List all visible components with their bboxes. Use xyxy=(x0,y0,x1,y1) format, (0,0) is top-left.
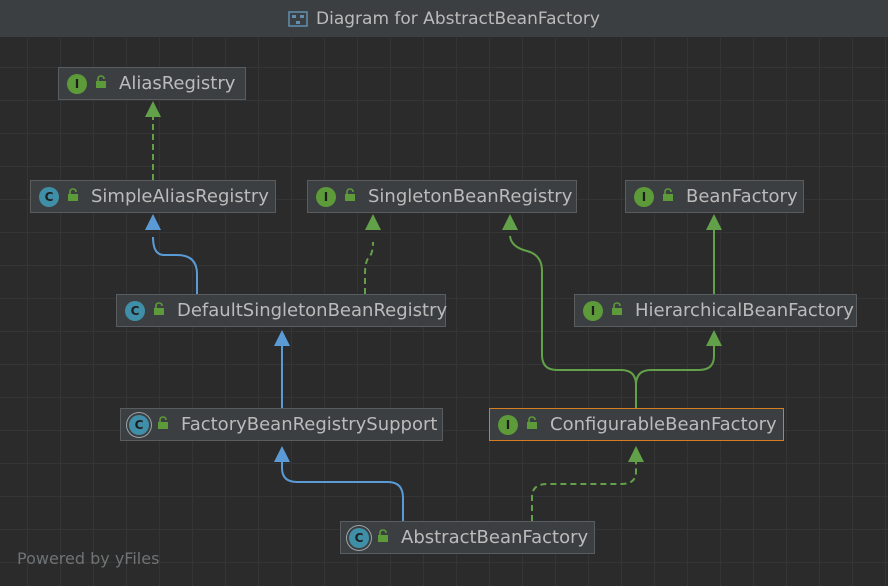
node-label: DefaultSingletonBeanRegistry xyxy=(177,300,448,321)
lock-icon xyxy=(662,186,674,207)
node-label: SimpleAliasRegistry xyxy=(91,186,269,207)
node-configurable-bean-factory[interactable]: I ConfigurableBeanFactory xyxy=(489,408,784,441)
edge-abstract-factorybeanregistry xyxy=(281,462,404,521)
lock-icon xyxy=(344,186,356,207)
class-icon: C xyxy=(125,300,145,321)
node-label: SingletonBeanRegistry xyxy=(368,186,573,207)
edge-defaultsingleton-simplealias xyxy=(152,236,198,294)
node-label: HierarchicalBeanFactory xyxy=(635,300,854,321)
interface-icon: I xyxy=(583,300,603,321)
arrowhead-hierarchicalbeanfactory xyxy=(706,330,722,346)
node-default-singleton-bean-registry[interactable]: C DefaultSingletonBeanRegistry xyxy=(116,294,448,327)
node-factory-bean-registry-support[interactable]: C FactoryBeanRegistrySupport xyxy=(120,408,443,441)
arrowhead-factorybeanregistrysupport xyxy=(274,446,290,462)
lock-icon xyxy=(153,300,165,321)
edge-abstract-configurable xyxy=(531,462,637,521)
node-label: FactoryBeanRegistrySupport xyxy=(181,414,438,435)
lock-icon xyxy=(157,414,169,435)
node-label: AbstractBeanFactory xyxy=(401,527,589,548)
arrowhead-defaultsingletonbeanregistry xyxy=(274,330,290,346)
edge-defaultsingleton-singletonregistry xyxy=(364,241,374,294)
lock-icon xyxy=(67,186,79,207)
title-bar: Diagram for AbstractBeanFactory xyxy=(0,0,888,38)
arrowhead-configurablebeanfactory xyxy=(628,446,644,462)
interface-icon: I xyxy=(316,186,336,207)
arrowhead-simplealiasregistry xyxy=(145,214,161,230)
interface-icon: I xyxy=(634,186,654,207)
diagram-window: Diagram for AbstractBeanFactory I AliasR… xyxy=(0,0,888,586)
window-title: Diagram for AbstractBeanFactory xyxy=(316,8,600,29)
node-bean-factory[interactable]: I BeanFactory xyxy=(625,180,804,213)
node-abstract-bean-factory[interactable]: C AbstractBeanFactory xyxy=(340,521,595,554)
lock-icon xyxy=(611,300,623,321)
abstract-class-icon: C xyxy=(129,414,149,435)
arrowhead-aliasregistry xyxy=(145,101,161,117)
class-icon: C xyxy=(39,186,59,207)
edge-configurable-hierarchical xyxy=(635,346,715,408)
node-hierarchical-bean-factory[interactable]: I HierarchicalBeanFactory xyxy=(574,294,857,327)
lock-icon xyxy=(377,527,389,548)
node-label: BeanFactory xyxy=(686,186,798,207)
diagram-canvas[interactable]: I AliasRegistry C SimpleAliasRegistry I … xyxy=(0,38,888,586)
diagram-icon xyxy=(288,10,308,27)
node-alias-registry[interactable]: I AliasRegistry xyxy=(58,67,246,100)
powered-by-label: Powered by yFiles xyxy=(17,549,160,568)
node-simple-alias-registry[interactable]: C SimpleAliasRegistry xyxy=(30,180,276,213)
lock-icon xyxy=(95,73,107,94)
node-singleton-bean-registry[interactable]: I SingletonBeanRegistry xyxy=(307,180,577,213)
arrowhead-singletonbeanregistry xyxy=(365,214,381,230)
lock-icon xyxy=(526,414,538,435)
node-label: ConfigurableBeanFactory xyxy=(550,414,777,435)
interface-icon: I xyxy=(67,73,87,94)
arrowhead-singletonbeanregistry-2 xyxy=(502,214,518,230)
interface-icon: I xyxy=(498,414,518,435)
node-label: AliasRegistry xyxy=(119,73,236,94)
arrowhead-beanfactory xyxy=(706,214,722,230)
abstract-class-icon: C xyxy=(349,527,369,548)
